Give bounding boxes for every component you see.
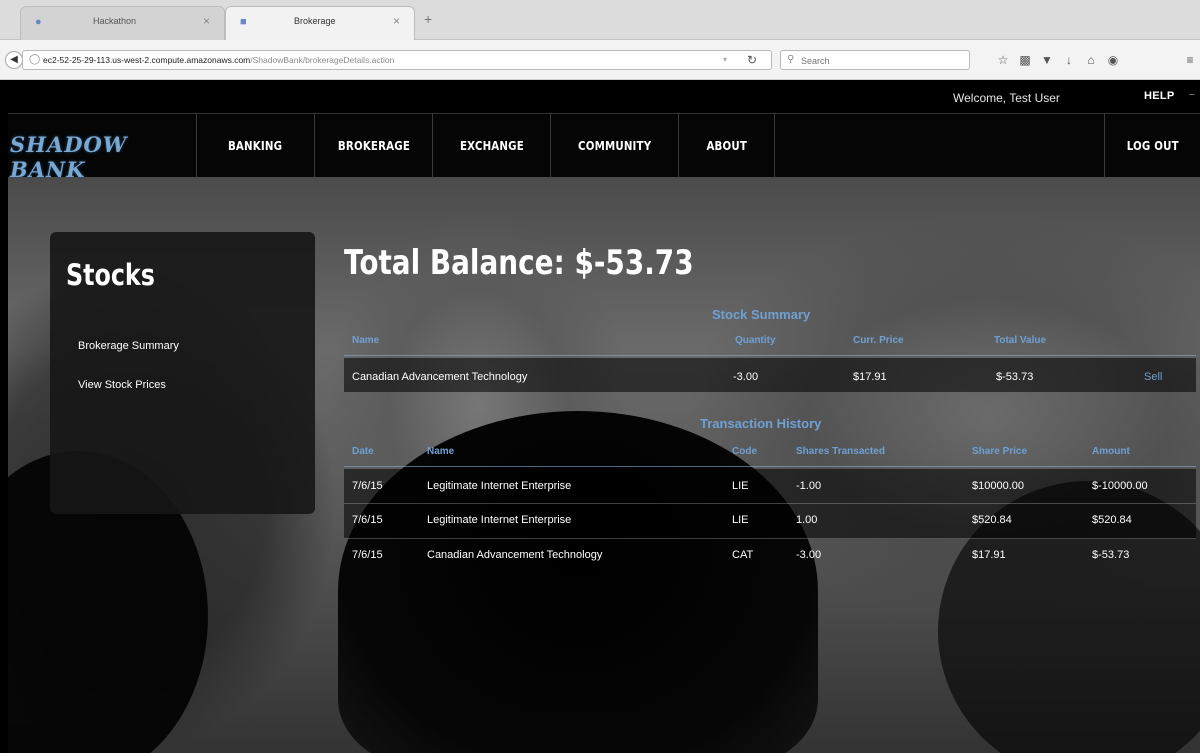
column-header-name: Name — [352, 335, 380, 346]
stock-summary-title: Stock Summary — [712, 307, 811, 322]
transaction-date: 7/6/15 — [352, 549, 383, 561]
column-header-curr-price: Curr. Price — [853, 335, 904, 346]
tab-label: Hackathon — [93, 16, 137, 26]
pocket-icon[interactable]: ▼ — [1040, 53, 1054, 67]
column-header-share-price: Share Price — [972, 446, 1028, 457]
site-logo[interactable]: SHADOW BANK — [8, 114, 196, 182]
url-bar[interactable]: ◯ ec2-52-25-29-113.us-west-2.compute.ama… — [22, 50, 772, 70]
nav-about[interactable]: ABOUT — [678, 114, 774, 178]
download-icon[interactable]: ↓ — [1062, 53, 1076, 67]
tab-brokerage[interactable]: ■ Brokerage × — [225, 6, 415, 40]
chat-icon[interactable]: ◉ — [1106, 53, 1120, 67]
column-header-code: Code — [732, 446, 757, 457]
search-icon: ⚲ — [787, 54, 795, 65]
back-arrow-icon[interactable]: ◀ — [5, 51, 23, 69]
welcome-text: Welcome, Test User — [953, 91, 1060, 105]
tab-label: Brokerage — [294, 16, 336, 26]
new-tab-button[interactable]: + — [424, 11, 432, 27]
menu-icon[interactable]: ≡ — [1183, 53, 1197, 67]
nav-banking[interactable]: BANKING — [196, 114, 314, 178]
transaction-shares: -1.00 — [796, 480, 822, 492]
browser-tab-bar: ● Hackathon × ■ Brokerage × + — [0, 0, 1200, 40]
page-favicon-icon: ■ — [240, 16, 247, 28]
column-header-name: Name — [427, 446, 455, 457]
nav-community[interactable]: COMMUNITY — [550, 114, 678, 178]
close-tab-icon[interactable]: × — [203, 14, 210, 28]
stocks-sidebar: Stocks Brokerage Summary View Stock Pric… — [50, 232, 315, 514]
nav-exchange[interactable]: EXCHANGE — [432, 114, 550, 178]
transaction-share-price: $17.91 — [972, 549, 1006, 561]
sell-link[interactable]: Sell — [1144, 371, 1162, 383]
browser-nav-bar: ◀ ◯ ec2-52-25-29-113.us-west-2.compute.a… — [0, 40, 1200, 80]
transaction-code: LIE — [732, 514, 749, 526]
transaction-shares: 1.00 — [796, 514, 818, 526]
url-dropdown-icon[interactable]: ▾ — [723, 55, 727, 64]
stock-name: Canadian Advancement Technology — [352, 371, 528, 383]
transaction-shares: -3.00 — [796, 549, 822, 561]
transaction-name: Legitimate Internet Enterprise — [427, 514, 572, 526]
reading-list-icon[interactable]: ▩ — [1018, 53, 1032, 67]
column-header-amount: Amount — [1092, 446, 1130, 457]
table-divider — [344, 355, 1196, 356]
chevron-down-icon[interactable]: – — [1189, 89, 1195, 100]
transaction-name: Legitimate Internet Enterprise — [427, 480, 572, 492]
transaction-amount: $-10000.00 — [1092, 480, 1148, 492]
transaction-date: 7/6/15 — [352, 514, 383, 526]
sidebar-link-brokerage-summary[interactable]: Brokerage Summary — [78, 340, 179, 352]
transaction-amount: $520.84 — [1092, 514, 1132, 526]
nav-brokerage[interactable]: BROKERAGE — [314, 114, 432, 178]
bookmark-star-icon[interactable]: ☆ — [996, 53, 1010, 67]
url-text[interactable]: ec2-52-25-29-113.us-west-2.compute.amazo… — [43, 55, 394, 65]
transaction-code: CAT — [732, 549, 754, 561]
total-balance: Total Balance: $-53.73 — [344, 243, 694, 283]
row-divider — [344, 538, 1196, 539]
table-divider — [344, 466, 1196, 467]
transaction-code: LIE — [732, 480, 749, 492]
stock-quantity: -3.00 — [733, 371, 759, 383]
sidebar-title: Stocks — [66, 258, 155, 292]
transaction-name: Canadian Advancement Technology — [427, 549, 603, 561]
logout-button[interactable]: LOG OUT — [1104, 114, 1200, 178]
stock-total-value: $-53.73 — [996, 371, 1034, 383]
search-input[interactable] — [801, 54, 961, 67]
column-header-date: Date — [352, 446, 374, 457]
stock-price: $17.91 — [853, 371, 887, 383]
nav-spacer — [774, 114, 1104, 178]
site-main-nav: SHADOW BANK BANKING BROKERAGE EXCHANGE C… — [8, 113, 1200, 182]
page-favicon-icon: ● — [35, 16, 42, 28]
transaction-date: 7/6/15 — [352, 480, 383, 492]
transaction-share-price: $520.84 — [972, 514, 1012, 526]
reload-icon[interactable]: ↻ — [747, 53, 757, 67]
column-header-quantity: Quantity — [735, 335, 776, 346]
help-link[interactable]: HELP — [1144, 90, 1175, 102]
column-header-shares-transacted: Shares Transacted — [796, 446, 885, 457]
search-bar[interactable]: ⚲ — [780, 50, 970, 70]
transaction-history-title: Transaction History — [700, 416, 822, 431]
hooded-figure-image — [338, 411, 818, 753]
column-header-total-value: Total Value — [994, 335, 1047, 346]
site-top-bar: Welcome, Test User HELP – — [8, 81, 1200, 113]
close-tab-icon[interactable]: × — [393, 14, 400, 28]
home-icon[interactable]: ⌂ — [1084, 53, 1098, 67]
globe-icon: ◯ — [29, 54, 41, 65]
transaction-amount: $-53.73 — [1092, 549, 1130, 561]
sidebar-link-view-stock-prices[interactable]: View Stock Prices — [78, 379, 166, 391]
web-page: Welcome, Test User HELP – SHADOW BANK BA… — [8, 81, 1200, 753]
tab-hackathon[interactable]: ● Hackathon × — [20, 6, 225, 40]
transaction-share-price: $10000.00 — [972, 480, 1024, 492]
